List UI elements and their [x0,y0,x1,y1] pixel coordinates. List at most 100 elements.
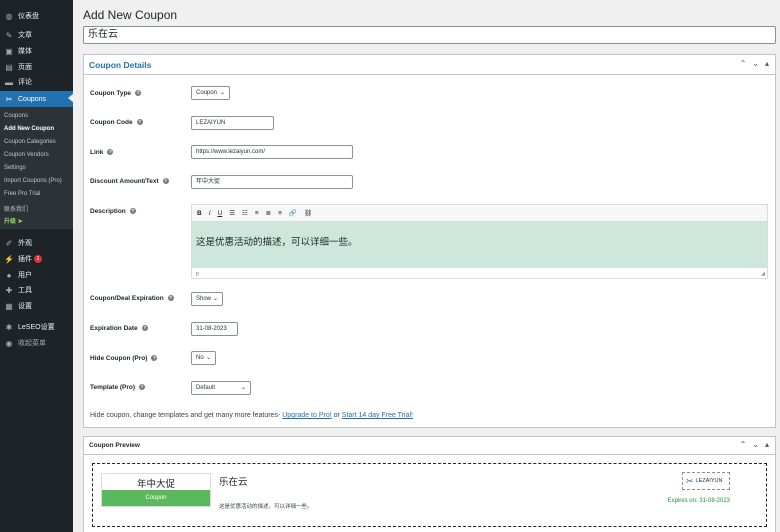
move-up-icon[interactable]: ⌃ [740,440,747,449]
menu-tools[interactable]: ✚ 工具 [0,283,73,297]
template-label: Template (Pro)? [90,384,146,391]
dashboard-icon: ◍ [5,11,13,21]
submenu-import-coupons[interactable]: Import Coupons (Pro) [4,178,62,184]
help-icon[interactable]: ? [162,178,169,185]
menu-label: 仪表盘 [18,13,39,20]
help-icon[interactable]: ? [139,384,146,391]
menu-label: Coupons [18,95,47,103]
coupon-expires: Expires on: 31-08-2023 [667,498,730,504]
help-icon[interactable]: ? [151,355,158,362]
numbered-list-button[interactable]: ☷ [242,209,248,217]
coupon-deal-box: 年中大促 Coupon [101,473,211,507]
move-up-icon[interactable]: ⌃ [740,59,747,68]
menu-label: 评论 [18,79,32,86]
menu-leseo-settings[interactable]: ✱ LeSEO设置 [0,320,73,334]
align-center-button[interactable]: ≣ [266,209,271,217]
label-text: Link [90,149,104,156]
menu-appearance[interactable]: ✐ 外观 [0,236,73,250]
bullet-list-button[interactable]: ☰ [229,209,235,217]
align-right-button[interactable]: ≡ [278,210,282,217]
settings-icon: ▦ [5,301,13,311]
link-button[interactable]: 🔗 [289,209,297,217]
menu-users[interactable]: ● 用户 [0,268,73,282]
editor-toolbar: B I U ☰ ☷ ≡ ≣ ≡ 🔗 ⛓ [192,205,767,222]
menu-settings[interactable]: ▦ 设置 [0,299,73,313]
submenu-coupons[interactable]: Coupons [4,113,28,119]
submenu-add-new-coupon[interactable]: Add New Coupon [4,126,54,132]
collapse-icon: ◉ [5,338,13,348]
menu-collapse[interactable]: ◉ 收起菜单 [0,336,73,350]
comments-icon: ▬ [5,77,13,87]
label-text: Template (Pro) [90,384,136,391]
align-left-button[interactable]: ≡ [255,210,259,217]
help-icon[interactable]: ? [129,208,136,215]
help-icon[interactable]: ? [135,90,142,97]
coupon-preview-header: Coupon Preview ⌃ ⌄ ▴ [84,437,775,455]
select-value: Coupon [196,90,218,96]
submenu-coupon-vendors[interactable]: Coupon Vendors [4,152,49,158]
menu-label: 工具 [18,287,32,294]
label-text: Description [90,208,126,215]
help-icon[interactable]: ? [107,149,114,156]
discount-label: Discount Amount/Text? [90,178,169,185]
menu-dashboard[interactable]: ◍ 仪表盘 [0,9,73,23]
menu-coupons[interactable]: ✂ Coupons [0,91,73,107]
submenu-settings[interactable]: Settings [4,165,26,171]
coupon-type-select[interactable]: Coupon ⌄ [191,86,230,100]
italic-button[interactable]: I [209,210,211,217]
help-icon[interactable]: ? [141,325,148,332]
editor-content[interactable]: 这是优惠活动的描述，可以详细一些。 [192,222,767,268]
coupon-preview-description: 这是优惠活动的描述，可以详细一些。 [219,504,313,510]
label-text: Coupon Type [90,90,132,97]
submenu-contact-us[interactable]: 联系我们 [4,204,28,213]
menu-plugins[interactable]: ⚡ 插件 1 [0,252,73,266]
menu-label: 收起菜单 [18,340,46,347]
pages-icon: ▤ [5,62,13,72]
resize-handle-icon[interactable]: ◢ [761,271,765,277]
link-input[interactable]: https://www.lezaiyun.com/ [191,145,353,159]
coupon-code-input[interactable]: LEZAIYUN [191,116,274,130]
upgrade-pro-link[interactable]: Upgrade to Pro! [282,412,331,419]
chevron-down-icon: ⌄ [240,385,246,391]
label-text: Expiration Date [90,325,138,332]
menu-posts[interactable]: ✎ 文章 [0,28,73,42]
menu-label: 用户 [18,272,32,279]
hide-coupon-select[interactable]: No ⌄ [191,351,216,365]
bold-button[interactable]: B [197,210,202,217]
admin-sidebar: ◍ 仪表盘 ✎ 文章 ▣ 媒体 ▤ 页面 ▬ 评论 ✂ Coupons Coup… [0,0,73,532]
discount-input[interactable]: 年中大促 [191,175,353,189]
coupon-button[interactable]: Coupon [102,490,210,506]
underline-button[interactable]: U [218,210,223,217]
editor-path: p [196,271,199,277]
coupon-details-title: Coupon Details [89,59,152,70]
expiration-date-label: Expiration Date? [90,325,148,332]
toggle-panel-icon[interactable]: ▴ [765,59,769,68]
coupon-title-input[interactable]: 乐在云 [83,26,776,44]
appearance-icon: ✐ [5,238,13,248]
unlink-button[interactable]: ⛓ [304,209,312,217]
free-trial-link[interactable]: Start 14 day Free Trial! [342,412,413,419]
expiration-toggle-select[interactable]: Show ⌄ [191,292,223,306]
template-select[interactable]: Default ⌄ [191,381,251,395]
submenu-free-pro-trial[interactable]: Free Pro Trial [4,191,40,197]
help-icon[interactable]: ? [167,295,174,302]
menu-comments[interactable]: ▬ 评论 [0,75,73,89]
tools-icon: ✚ [5,285,13,295]
move-down-icon[interactable]: ⌄ [752,440,759,449]
label-text: Coupon Code [90,119,133,126]
chevron-down-icon: ⌄ [205,355,211,361]
menu-media[interactable]: ▣ 媒体 [0,44,73,58]
submenu-coupon-categories[interactable]: Coupon Categories [4,139,56,145]
coupon-logo: ✂ LEZAIYUN [682,472,730,490]
description-editor: B I U ☰ ☷ ≡ ≣ ≡ 🔗 ⛓ 这是优惠活动的描述，可以详细一些。 p … [191,204,768,279]
toggle-panel-icon[interactable]: ▴ [765,440,769,449]
scissors-icon: ✂ [5,94,13,104]
move-down-icon[interactable]: ⌄ [752,59,759,68]
menu-label: 外观 [18,240,32,247]
coupon-details-header: Coupon Details ⌃ ⌄ ▴ [84,55,775,75]
menu-pages[interactable]: ▤ 页面 [0,60,73,74]
menu-label: 媒体 [18,48,32,55]
help-icon[interactable]: ? [136,119,143,126]
submenu-upgrade[interactable]: 升级 ➤ [4,216,23,225]
expiration-date-input[interactable]: 31-08-2023 [191,322,238,336]
